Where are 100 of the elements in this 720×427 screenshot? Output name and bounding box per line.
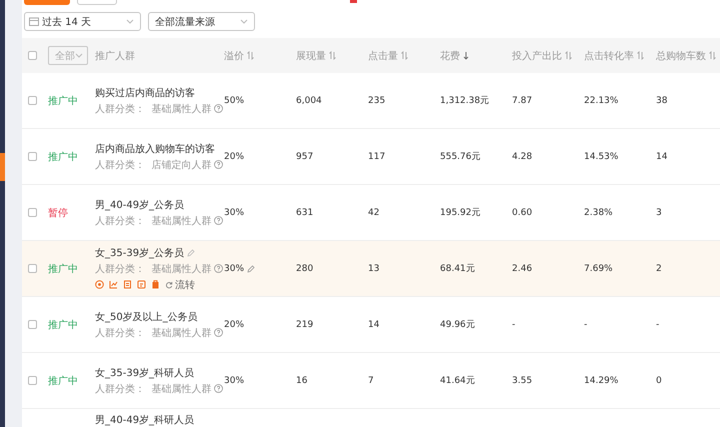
table-cell: 42 [368,208,380,218]
sidebar-active-marker [0,153,5,181]
sort-icon[interactable] [709,51,716,60]
sort-icon[interactable] [565,51,572,60]
help-icon[interactable] [214,104,224,113]
notes-icon[interactable] [137,280,146,289]
help-icon[interactable] [214,384,224,393]
table-cell-text: 41.64元 [440,375,475,387]
table-cell: 631 [296,208,314,218]
row-checkbox[interactable] [28,152,37,161]
table-cell: 957 [296,152,314,162]
help-icon[interactable] [214,160,224,169]
table-cell: 38 [656,96,668,106]
audience-name: 店内商品放入购物车的访客 [95,142,215,156]
status-label: 推广中 [48,374,78,388]
table-cell: 0.60 [512,208,532,218]
document-icon[interactable] [123,280,132,289]
table-cell-text: 555.76元 [440,151,480,163]
table-cell: 20% [224,320,244,330]
help-icon[interactable] [214,216,224,225]
table-cell: 14.53% [584,152,618,162]
table-cell: 280 [296,264,314,274]
table-cell-text: 195.92元 [440,207,480,219]
table-cell: 14 [656,152,668,162]
column-header[interactable]: 溢价 [224,48,244,62]
table-cell: 3.55 [512,376,532,386]
status-label: 推广中 [48,150,78,164]
table-cell: 2.46 [512,264,532,274]
table-cell: 117 [368,152,386,162]
audience-category-text: 人群分类： 店铺定向人群 [95,158,212,172]
help-icon[interactable] [214,264,224,273]
row-checkbox[interactable] [28,96,37,105]
table-cell: 16 [296,376,308,386]
sort-icon[interactable] [247,51,254,60]
sort-icon[interactable] [401,51,408,60]
table-cell: 13 [368,264,380,274]
table-cell: 6,004 [296,96,322,106]
chevron-down-icon [240,19,248,24]
audience-category-text: 人群分类： 基础属性人群 [95,214,212,228]
transfer-link[interactable]: 流转 [165,278,195,292]
target-icon[interactable] [95,280,104,289]
status-label: 推广中 [48,94,78,108]
column-header[interactable]: 总购物车数 [656,48,706,62]
audience-name: 女_35-39岁_科研人员 [95,366,194,380]
chevron-down-icon [75,53,83,58]
audience-name: 男_40-49岁_科研人员 [95,414,194,427]
table-cell: 219 [296,320,314,330]
table-cell: - [584,320,588,330]
edit-icon[interactable] [247,264,256,272]
table-cell: 7.69% [584,264,613,274]
traffic-source-select[interactable]: 全部流量来源 [148,12,255,31]
status-label: 暂停 [48,206,68,220]
audience-category-text: 人群分类： 基础属性人群 [95,262,212,276]
refresh-icon [165,280,173,288]
notice-marker [350,0,357,3]
audience-name: 女_50岁及以上_公务员 [95,310,198,324]
table-cell: 30% [224,376,244,386]
status-label: 推广中 [48,262,78,276]
column-header[interactable]: 展现量 [296,48,326,62]
table-cell: - [512,320,516,330]
sort-icon[interactable] [329,51,336,60]
table-cell: 2 [656,264,662,274]
column-header[interactable]: 花费 [440,48,460,62]
sort-descending-icon[interactable] [463,51,469,60]
table-cell: 4.28 [512,152,532,162]
edit-icon[interactable] [187,248,196,256]
audience-category-text: 人群分类： 基础属性人群 [95,382,212,396]
row-checkbox[interactable] [28,320,37,329]
table-cell: - [656,320,660,330]
row-checkbox[interactable] [28,264,37,273]
column-header[interactable]: 推广人群 [95,48,135,62]
audience-name: 男_40-49岁_公务员 [95,198,184,212]
table-cell: 30% [224,208,244,218]
table-cell: 2.38% [584,208,613,218]
table-cell: 22.13% [584,96,618,106]
date-range-select[interactable]: 过去 14 天 [24,12,141,31]
table-cell-text: 49.96元 [440,319,475,331]
column-header[interactable]: 投入产出比 [512,48,562,62]
table-cell: 0 [656,376,662,386]
chart-icon[interactable] [109,280,118,289]
help-icon[interactable] [214,328,224,337]
clipboard-icon[interactable] [151,280,160,289]
status-filter-select[interactable]: 全部 [48,46,88,65]
table-cell: 20% [224,152,244,162]
row-checkbox[interactable] [28,208,37,217]
table-cell: 235 [368,96,386,106]
table-cell: 3 [656,208,662,218]
audience-category-text: 人群分类： 基础属性人群 [95,326,212,340]
column-header[interactable]: 点击量 [368,48,398,62]
table-cell: 7 [368,376,374,386]
column-header[interactable]: 点击转化率 [584,48,634,62]
row-checkbox[interactable] [28,376,37,385]
sort-icon[interactable] [637,51,644,60]
table-cell: 50% [224,96,244,106]
calendar-icon [29,17,39,26]
table-cell: 30% [224,264,244,274]
audience-name: 女_35-39岁_公务员 [95,246,184,260]
table-cell: 7.87 [512,96,532,106]
select-all-checkbox[interactable] [28,51,37,60]
status-label: 推广中 [48,318,78,332]
